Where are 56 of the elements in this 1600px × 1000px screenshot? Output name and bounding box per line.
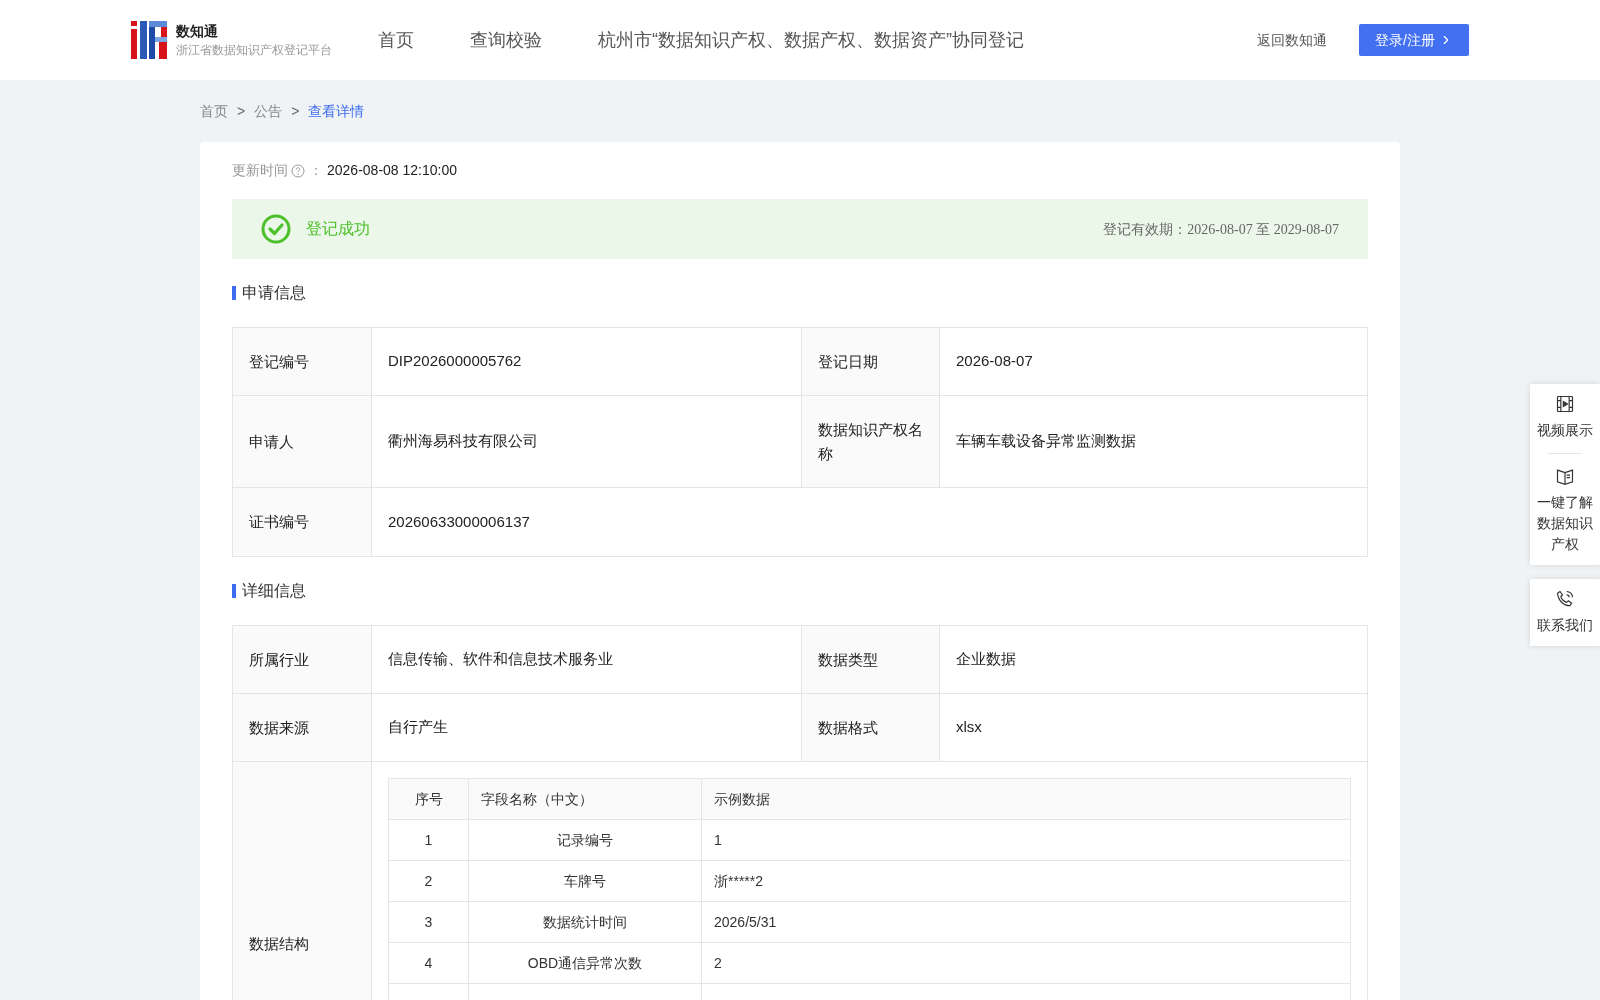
field-value: xlsx xyxy=(955,717,983,738)
float-panel-link[interactable]: 一键了解数据知识产权 xyxy=(1536,492,1594,555)
logo-name: 数知通 xyxy=(176,22,219,41)
validity-period: 登记有效期：2026-08-07 至 2029-08-07 xyxy=(1103,220,1339,239)
breadcrumb-separator: > xyxy=(237,101,246,121)
column-header: 示例数据 xyxy=(713,789,771,809)
table-cell-text: 2026/5/31 xyxy=(713,912,778,932)
section-title: 申请信息 xyxy=(242,283,306,303)
book-icon xyxy=(1555,466,1575,486)
field-label: 登记编号 xyxy=(233,328,372,395)
breadcrumb-separator: > xyxy=(291,101,300,121)
table-cell-text: 2 xyxy=(713,953,723,973)
field-label: 证书编号 xyxy=(233,488,372,556)
field-label: 数据结构 xyxy=(233,762,372,1000)
float-panel-link[interactable]: 视频展示 xyxy=(1536,420,1594,441)
field-value: 2026-08-07 xyxy=(955,351,1034,372)
table-cell-text: 浙*****2 xyxy=(713,871,765,891)
field-value: 20260633000006137 xyxy=(387,511,531,532)
table-cell-text: 1 xyxy=(713,830,723,850)
table-cell: 3 xyxy=(389,902,469,942)
logo-subtitle: 浙江省数据知识产权登记平台 xyxy=(176,42,332,59)
table-cell: 数据统计时间 xyxy=(469,902,702,942)
help-icon xyxy=(291,163,305,178)
field-label: 数据类型 xyxy=(802,626,940,693)
field-label: 所属行业 xyxy=(233,626,372,693)
logo-icon xyxy=(131,21,167,59)
nav-link[interactable]: 查询校验 xyxy=(470,26,542,54)
table-cell: 2 xyxy=(389,861,469,901)
film-icon xyxy=(1555,394,1575,414)
table-cell: OBD通信异常次数 xyxy=(469,943,702,983)
float-panel-link[interactable]: 联系我们 xyxy=(1536,615,1594,636)
field-label: 数据知识产权名称 xyxy=(802,396,940,487)
breadcrumb-link[interactable]: 查看详情 xyxy=(308,100,365,122)
nav-link[interactable]: 首页 xyxy=(378,26,414,54)
phone-icon xyxy=(1555,589,1575,609)
login-button[interactable]: 登录/注册 xyxy=(1359,24,1469,56)
status-text: 登记成功 xyxy=(306,219,370,239)
column-header: 字段名称（中文） xyxy=(469,779,702,819)
field-label: 数据格式 xyxy=(802,694,940,761)
table-cell: 记录编号 xyxy=(469,820,702,860)
check-circle-icon xyxy=(261,214,291,244)
field-label: 申请人 xyxy=(233,396,372,487)
back-link[interactable]: 返回数知通 xyxy=(1257,29,1328,51)
nav-link[interactable]: 杭州市“数据知识产权、数据产权、数据资产”协同登记 xyxy=(598,26,1024,54)
update-separator: ： xyxy=(309,161,323,180)
field-label: 登记日期 xyxy=(802,328,940,395)
field-value: 车辆车载设备异常监测数据 xyxy=(955,431,1137,452)
field-label: 数据来源 xyxy=(233,694,372,761)
field-value: 企业数据 xyxy=(955,649,1017,670)
update-time: 2026-08-08 12:10:00 xyxy=(327,161,457,180)
table-cell: 1 xyxy=(389,820,469,860)
column-header: 序号 xyxy=(389,779,469,819)
table-cell: 4 xyxy=(389,943,469,983)
update-label: 更新时间 xyxy=(232,161,288,180)
table-cell: 车牌号 xyxy=(469,861,702,901)
section-title: 详细信息 xyxy=(242,581,306,601)
